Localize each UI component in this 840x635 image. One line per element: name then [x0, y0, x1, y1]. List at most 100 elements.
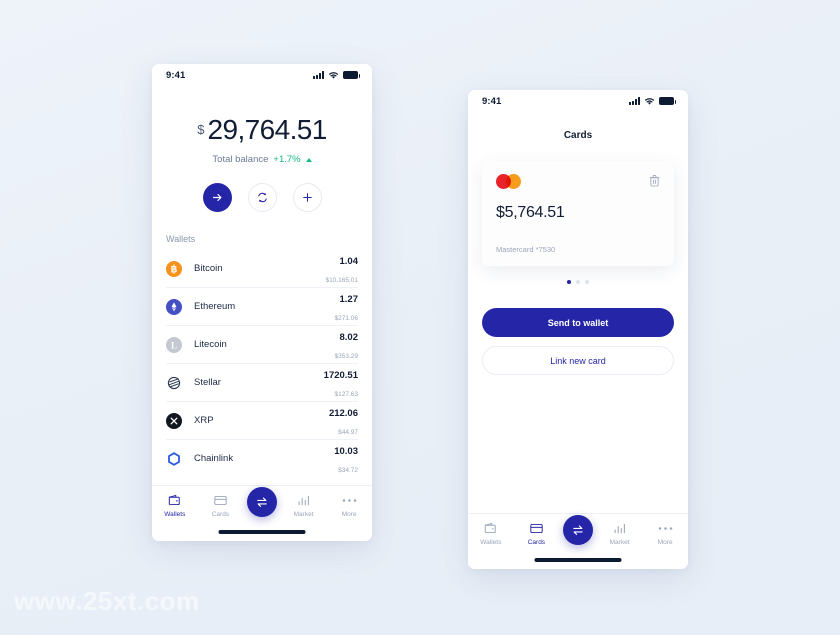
status-icons [313, 71, 360, 80]
wallet-row-litecoin[interactable]: L Litecoin 8.02 $353.29 [166, 326, 358, 364]
wallet-row-chainlink[interactable]: Chainlink 10.03 $34.72 [166, 440, 358, 477]
app-canvas [0, 0, 840, 635]
bottom-tab-bar: Wallets Cards Market More [152, 485, 372, 541]
wallet-amount: 1.04 [339, 255, 359, 267]
tab-swap[interactable] [246, 487, 277, 517]
wallet-values: 1720.51 $127.63 [324, 365, 358, 401]
tab-label: Wallets [480, 539, 502, 546]
wallet-amount: 1.27 [339, 293, 359, 305]
wallet-values: 8.02 $353.29 [335, 327, 359, 363]
pagination-dot-2[interactable] [576, 280, 580, 284]
tab-label: More [341, 511, 357, 518]
ethereum-icon [166, 298, 182, 315]
tab-market[interactable]: Market [601, 521, 639, 546]
page-title: Cards [563, 130, 593, 141]
tab-more[interactable]: More [646, 521, 684, 546]
ellipsis-icon [342, 493, 357, 507]
status-time: 9:41 [482, 95, 502, 107]
wallet-amount: 10.03 [334, 445, 358, 457]
send-to-wallet-button[interactable]: Send to wallet [482, 308, 674, 337]
wallet-name: Chainlink [194, 453, 234, 464]
balance-subtitle: Total balance +1.7% [152, 154, 372, 165]
ellipsis-icon [658, 521, 673, 535]
wallet-row-stellar[interactable]: Stellar 1720.51 $127.63 [166, 364, 358, 402]
card-number-label: Mastercard *7530 [496, 245, 556, 254]
tab-label: Market [293, 511, 314, 518]
wallet-fiat: $353.29 [334, 352, 359, 360]
tab-market[interactable]: Market [285, 493, 323, 518]
wallet-fiat: $10,165.01 [325, 276, 358, 284]
card-icon [530, 521, 543, 535]
link-new-card-button[interactable]: Link new card [482, 346, 674, 375]
status-bar: 9:41 [152, 64, 372, 86]
tab-label: Cards [527, 539, 546, 546]
total-balance-amount: 29,764.51 [207, 114, 328, 145]
wallet-name: XRP [194, 415, 214, 426]
tab-label: Market [609, 539, 630, 546]
wallet-name: Ethereum [194, 301, 236, 312]
wallet-fiat: $127.63 [334, 390, 359, 398]
tab-wallets[interactable]: Wallets [156, 493, 194, 518]
card-header [496, 174, 660, 192]
bottom-tab-bar: Wallets Cards Market More [468, 513, 688, 569]
trash-icon[interactable] [649, 174, 660, 192]
home-indicator [534, 558, 622, 562]
wallet-values: 10.03 $34.72 [334, 441, 358, 477]
signal-bars-icon [629, 97, 640, 105]
litecoin-icon: L [166, 336, 182, 353]
chainlink-icon [166, 451, 182, 467]
xrp-icon [166, 412, 182, 429]
credit-card[interactable]: $5,764.51 Mastercard *7530 [482, 161, 674, 266]
quick-actions [152, 183, 372, 212]
phone-cards-screen: 9:41 Cards $5,764.51 Mastercard *7530 Se… [468, 90, 688, 569]
pagination-dot-1[interactable] [567, 280, 571, 284]
status-bar: 9:41 [468, 90, 688, 112]
send-button[interactable] [202, 183, 232, 212]
currency-symbol: $ [197, 122, 205, 137]
balance-change: +1.7% [273, 154, 301, 165]
wallet-row-ethereum[interactable]: Ethereum 1.27 $271.06 [166, 288, 358, 326]
tab-label: More [657, 539, 673, 546]
wallet-fiat: $34.72 [338, 466, 358, 474]
wallet-name: Stellar [194, 377, 221, 388]
tab-swap[interactable] [562, 515, 593, 545]
bitcoin-icon: B [166, 260, 182, 277]
pagination-dot-3[interactable] [585, 280, 589, 284]
home-indicator [218, 530, 306, 534]
wallet-values: 1.27 $271.06 [335, 289, 359, 325]
card-balance: $5,764.51 [496, 204, 565, 221]
add-button[interactable] [292, 183, 322, 212]
swap-icon [255, 495, 269, 509]
tab-wallets[interactable]: Wallets [472, 521, 510, 546]
battery-icon [343, 71, 360, 79]
wallet-amount: 1720.51 [323, 369, 358, 381]
balance-block: $ 29,764.51 Total balance +1.7% [152, 86, 372, 166]
bar-chart-icon [297, 493, 310, 507]
status-icons [629, 97, 676, 106]
wallet-row-xrp[interactable]: XRP 212.06 $44.97 [166, 402, 358, 440]
tab-label: Wallets [164, 511, 186, 518]
tab-cards[interactable]: Cards [201, 493, 239, 518]
wifi-icon [329, 71, 338, 79]
tab-cards[interactable]: Cards [517, 521, 555, 546]
wifi-icon [645, 97, 654, 105]
wallets-list: B Bitcoin 1.04 $10,165.01 Ethereum 1.27 … [152, 250, 372, 477]
caret-up-icon [305, 157, 312, 162]
wallet-name: Litecoin [194, 339, 227, 350]
tab-more[interactable]: More [330, 493, 368, 518]
signal-bars-icon [313, 71, 324, 79]
plus-icon [302, 193, 312, 202]
wallet-values: 1.04 $10,165.01 [325, 251, 358, 287]
wallet-fiat: $271.06 [334, 314, 359, 322]
card-pagination[interactable] [468, 280, 688, 284]
stellar-icon [166, 375, 182, 391]
swap-icon [571, 523, 585, 537]
exchange-button[interactable] [247, 183, 277, 212]
svg-text:L: L [171, 340, 177, 350]
wallet-amount: 8.02 [339, 331, 359, 343]
wallet-fiat: $44.97 [338, 428, 358, 436]
battery-icon [659, 97, 676, 105]
wallets-section-label: Wallets [166, 234, 196, 244]
balance-label: Total balance [212, 154, 269, 165]
wallet-row-bitcoin[interactable]: B Bitcoin 1.04 $10,165.01 [166, 250, 358, 288]
